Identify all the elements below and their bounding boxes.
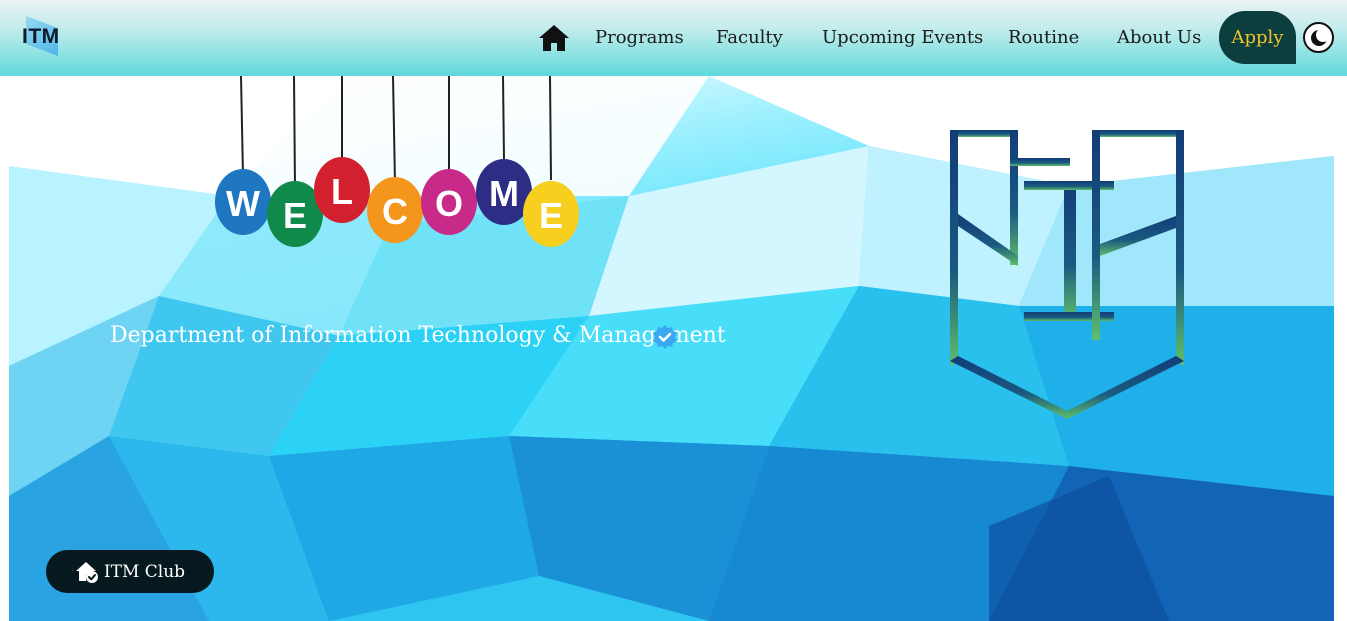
top-navbar: ITM Programs Faculty Upcoming Events Rou…: [0, 0, 1347, 76]
nav-link-programs[interactable]: Programs: [595, 27, 684, 48]
nav-link-faculty[interactable]: Faculty: [716, 27, 783, 48]
svg-text:E: E: [539, 195, 563, 236]
apply-button[interactable]: Apply: [1219, 11, 1296, 64]
svg-text:W: W: [226, 183, 260, 224]
svg-text:C: C: [382, 191, 408, 232]
theme-toggle-button[interactable]: [1303, 22, 1334, 53]
itm-emblem: [950, 130, 1184, 419]
nav-link-routine[interactable]: Routine: [1008, 27, 1079, 48]
logo-text: ITM: [22, 25, 60, 48]
itm-club-label: ITM Club: [103, 561, 186, 582]
home-icon[interactable]: [538, 24, 570, 52]
nav-link-upcoming-events[interactable]: Upcoming Events: [822, 27, 983, 48]
svg-text:L: L: [331, 171, 353, 212]
welcome-tags-graphic: W E L C O M E: [215, 76, 579, 247]
verified-badge-icon: [653, 325, 677, 349]
svg-text:E: E: [283, 195, 307, 236]
itm-club-button[interactable]: ITM Club: [46, 550, 214, 593]
department-title: Department of Information Technology & M…: [110, 323, 726, 348]
svg-text:M: M: [489, 173, 519, 214]
moon-icon: [1310, 27, 1329, 46]
home-check-icon: [75, 561, 98, 583]
nav-link-about-us[interactable]: About Us: [1117, 27, 1201, 48]
itm-logo[interactable]: ITM: [22, 16, 70, 56]
svg-text:O: O: [435, 183, 463, 224]
hero-banner: W E L C O M E Department of Information …: [9, 76, 1334, 621]
